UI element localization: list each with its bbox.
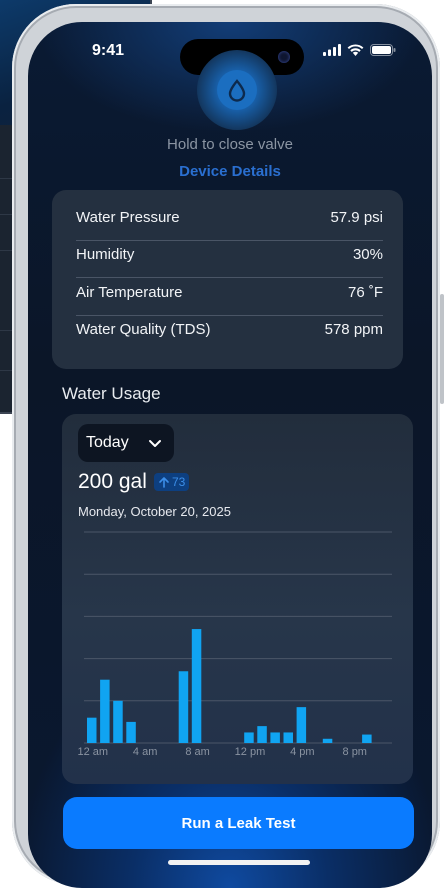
chevron-down-icon [149,440,161,447]
arrow-up-icon [159,477,169,488]
stat-row-water-quality: Water Quality (TDS) 578 ppm [76,311,383,348]
period-dropdown-value: Today [86,434,129,451]
chart-bar [126,721,136,743]
device-stats-card: Water Pressure 57.9 psi Humidity 30% Air… [52,190,403,369]
water-drop-icon [228,79,246,102]
stat-label: Air Temperature [76,284,183,301]
x-tick-label: 4 pm [290,746,314,758]
stat-value: 578 ppm [324,321,383,338]
signal-icon [323,44,341,56]
chart-bar [270,732,280,743]
stat-row-air-temperature: Air Temperature 76 ˚F [76,274,383,311]
x-tick-label: 12 am [77,746,108,758]
stat-value: 57.9 psi [330,209,383,226]
period-dropdown[interactable]: Today [78,424,174,462]
chart-bar [100,679,110,743]
stat-value: 30% [352,246,383,263]
usage-change-value: 73 [172,475,186,489]
chart-bar [244,732,254,743]
water-usage-title: Water Usage [62,384,161,403]
stat-label: Humidity [76,246,135,263]
home-indicator [168,860,310,865]
valve-hold-button[interactable] [197,50,277,130]
chart-bar [113,700,123,743]
phone-power-button [440,294,444,404]
valve-button-core [217,70,257,110]
x-tick-label: 8 am [185,746,209,758]
phone-frame: 9:41 Hold to close valve Device Details … [12,4,444,888]
device-details-link[interactable]: Device Details [28,163,432,180]
status-time: 9:41 [92,42,125,59]
usage-change-badge: 73 [154,473,190,491]
stat-row-water-pressure: Water Pressure 57.9 psi [76,199,383,236]
battery-icon [370,44,396,56]
chart-bar [296,707,307,743]
chart-bar [178,671,189,743]
stat-label: Water Quality (TDS) [76,321,211,338]
chart-bar [87,717,97,743]
chart-bar [191,629,202,743]
usage-date: Monday, October 20, 2025 [78,504,231,519]
run-leak-test-button[interactable]: Run a Leak Test [63,797,414,849]
water-usage-chart: 12 am 4 am 8 am 12 pm 4 pm 8 pm [77,531,392,758]
x-tick-label: 4 am [133,746,157,758]
chart-bar [257,726,267,743]
status-icons [323,44,396,56]
stat-row-humidity: Humidity 30% [76,236,383,273]
chart-bar [322,738,333,743]
water-usage-card: Today 200 gal 73 Monday, October 20, 202… [62,414,413,784]
hold-to-close-label: Hold to close valve [167,136,293,153]
camera-icon [278,51,290,63]
usage-total: 200 gal [78,470,147,493]
chart-bar [283,732,293,743]
wifi-icon [347,44,364,56]
stat-label: Water Pressure [76,209,180,226]
x-tick-label: 8 pm [343,746,367,758]
app-screen: 9:41 Hold to close valve Device Details … [28,22,432,888]
stat-value: 76 ˚F [347,284,383,301]
x-tick-label: 12 pm [235,746,266,758]
chart-bar [362,734,372,743]
